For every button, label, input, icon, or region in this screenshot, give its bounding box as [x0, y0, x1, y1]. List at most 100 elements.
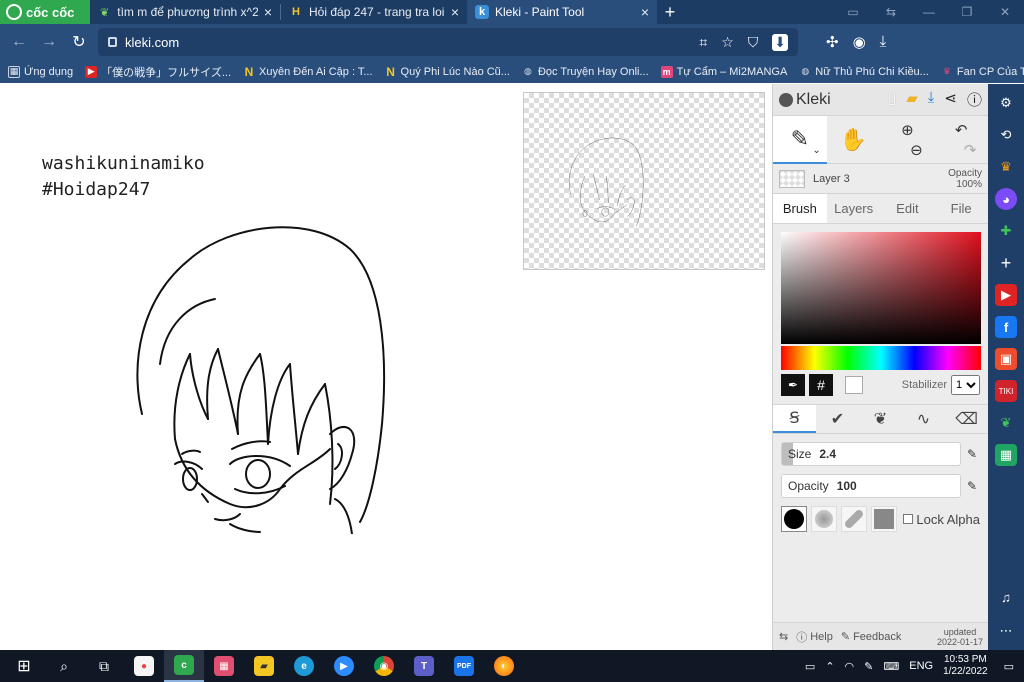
- taskbar-app-explorer[interactable]: ▰: [244, 650, 284, 682]
- meet-now-icon[interactable]: ▭: [805, 660, 815, 673]
- sheets-icon[interactable]: ▦: [995, 444, 1017, 466]
- url-bar[interactable]: kleki.com ⌗ ☆ ⛉ ⬇: [98, 28, 798, 56]
- eraser-button[interactable]: ⌫: [945, 405, 988, 433]
- taskbar-app-coccoc[interactable]: c: [164, 650, 204, 682]
- bookmark-item[interactable]: N Xuyên Đến Ai Cập : T...: [243, 65, 373, 79]
- minimize-icon[interactable]: —: [910, 5, 948, 19]
- new-image-icon[interactable]: ▯: [888, 89, 896, 110]
- youtube-icon[interactable]: ▶: [995, 284, 1017, 306]
- taskbar-app-firefox[interactable]: ◐: [484, 650, 524, 682]
- secondary-color-swatch[interactable]: [845, 376, 863, 394]
- action-center-icon[interactable]: ▭: [1004, 660, 1014, 673]
- bookmark-item[interactable]: m Tự Cẩm – Mi2MANGA: [660, 65, 787, 78]
- hex-input-button[interactable]: #: [809, 374, 833, 396]
- share-icon[interactable]: ⋖: [944, 89, 957, 110]
- eyedropper-button[interactable]: ✒: [781, 374, 805, 396]
- lock-alpha-checkbox[interactable]: Lock Alpha: [903, 512, 980, 527]
- current-layer-row[interactable]: Layer 3 Opacity 100%: [773, 164, 988, 194]
- help-circle-icon[interactable]: ⓘ: [967, 89, 982, 110]
- downloads-icon[interactable]: ⤓: [880, 33, 887, 51]
- download-box-icon[interactable]: ⬇: [772, 33, 788, 51]
- translate-icon[interactable]: ⌗: [699, 34, 707, 51]
- bookmark-star-icon[interactable]: ☆: [721, 34, 734, 51]
- square-brush-shape[interactable]: [871, 506, 897, 532]
- pen-brush-button[interactable]: Ꞩ: [773, 405, 816, 433]
- shopee-icon[interactable]: ▣: [995, 348, 1017, 370]
- tray-chevron-up-icon[interactable]: ⌃: [825, 660, 834, 673]
- zoom-out-icon[interactable]: ⊖: [910, 141, 923, 159]
- wifi-icon[interactable]: ◠: [845, 660, 855, 673]
- screenshot-icon[interactable]: ▭: [834, 5, 872, 19]
- redo-icon[interactable]: ↷: [964, 141, 977, 159]
- chisel-brush-shape[interactable]: [841, 506, 867, 532]
- taskbar-app-pdf[interactable]: PDF: [444, 650, 484, 682]
- keyboard-icon[interactable]: ⌨: [883, 660, 899, 673]
- bookmark-item[interactable]: ◍ Đọc Truyện Hay Onli...: [522, 66, 649, 78]
- tab-layers[interactable]: Layers: [827, 194, 881, 223]
- undo-icon[interactable]: ↶: [955, 121, 968, 139]
- back-button[interactable]: ←: [8, 31, 30, 53]
- taskbar-app-store[interactable]: ▦: [204, 650, 244, 682]
- hue-slider[interactable]: [781, 346, 981, 370]
- pen-icon[interactable]: ✎: [864, 660, 873, 673]
- crown-icon[interactable]: ♛: [995, 156, 1017, 178]
- open-folder-icon[interactable]: ▰: [906, 89, 918, 110]
- kleki-logo[interactable]: Kleki: [779, 91, 831, 109]
- updated-info[interactable]: updated 2022-01-17: [937, 627, 983, 647]
- task-view-icon[interactable]: ⧉: [84, 650, 124, 682]
- opacity-pressure-icon[interactable]: ✎: [967, 479, 977, 493]
- bookmark-item[interactable]: ◍ Nữ Thủ Phú Chi Kiều...: [799, 66, 929, 78]
- back-arrow-icon[interactable]: ⇆: [872, 5, 910, 19]
- tiki-icon[interactable]: TIKI: [995, 380, 1017, 402]
- windows-start-icon[interactable]: ⊞: [4, 650, 44, 682]
- facebook-icon[interactable]: f: [995, 316, 1017, 338]
- close-window-icon[interactable]: ✕: [986, 5, 1024, 19]
- add-shortcut-icon[interactable]: +: [995, 252, 1017, 274]
- tab-brush[interactable]: Brush: [773, 194, 827, 223]
- messenger-icon[interactable]: ◕: [995, 188, 1017, 210]
- download-icon[interactable]: ⤓: [928, 89, 935, 110]
- zoom-in-icon[interactable]: ⊕: [901, 121, 914, 139]
- bookmark-item[interactable]: N Quý Phi Lúc Nào Cũ...: [385, 65, 510, 79]
- size-slider[interactable]: Size 2.4: [781, 442, 961, 466]
- feedback-button[interactable]: ✎ Feedback: [841, 630, 902, 644]
- opacity-slider[interactable]: Opacity 100: [781, 474, 961, 498]
- round-hard-brush-shape[interactable]: [781, 506, 807, 532]
- coccoc-extension-icon[interactable]: ❦: [995, 412, 1017, 434]
- shield-icon[interactable]: ⛉: [748, 34, 759, 51]
- more-dots-icon[interactable]: ⋯: [995, 620, 1017, 642]
- tab-kleki[interactable]: k Kleki - Paint Tool ×: [467, 0, 657, 24]
- pixel-brush-button[interactable]: ∿: [902, 405, 945, 433]
- settings-gear-icon[interactable]: ⚙: [995, 92, 1017, 114]
- sketchy-brush-button[interactable]: ❦: [859, 405, 902, 433]
- taskbar-app-chrome[interactable]: ◉: [364, 650, 404, 682]
- tab-file[interactable]: File: [934, 194, 988, 223]
- language-indicator[interactable]: ENG: [909, 660, 933, 672]
- help-button[interactable]: ⓘ Help: [796, 629, 833, 645]
- close-tab-icon[interactable]: ×: [641, 4, 649, 20]
- coccoc-menu-button[interactable]: cốc cốc: [0, 0, 90, 24]
- taskbar-app-teams[interactable]: T: [404, 650, 444, 682]
- reload-button[interactable]: ↻: [68, 31, 90, 53]
- close-tab-icon[interactable]: ×: [451, 4, 459, 20]
- tab-tim-m[interactable]: ❦ tìm m để phương trình x^2+ ×: [90, 0, 280, 24]
- new-tab-button[interactable]: +: [657, 2, 683, 23]
- tab-hoi-dap[interactable]: H Hỏi đáp 247 - trang tra loi ×: [281, 0, 467, 24]
- swap-panel-icon[interactable]: ⇆: [779, 630, 788, 643]
- maximize-icon[interactable]: ❐: [948, 5, 986, 19]
- bookmark-item[interactable]: ♛ Fan CP Của Tôi Và Á...: [941, 66, 1024, 78]
- notification-bell-icon[interactable]: ♫: [995, 586, 1017, 608]
- search-icon[interactable]: ⌕: [44, 650, 84, 682]
- bookmark-item[interactable]: ▶ 「僕の戦争」フルサイズ...: [85, 64, 231, 80]
- taskbar-app-zoom[interactable]: ▶: [324, 650, 364, 682]
- bookmark-apps[interactable]: ▦ Ứng dụng: [8, 65, 73, 78]
- brush-tool-button[interactable]: ✎ ⌄: [773, 115, 827, 164]
- history-icon[interactable]: ⟲: [995, 124, 1017, 146]
- hand-tool-button[interactable]: ✋: [827, 116, 881, 164]
- taskbar-app-edge[interactable]: e: [284, 650, 324, 682]
- close-tab-icon[interactable]: ×: [264, 4, 272, 20]
- blend-brush-button[interactable]: ✔: [816, 405, 859, 433]
- taskbar-app-paint[interactable]: ●: [124, 650, 164, 682]
- color-saturation-picker[interactable]: [781, 232, 981, 344]
- navigator-preview[interactable]: [523, 92, 765, 270]
